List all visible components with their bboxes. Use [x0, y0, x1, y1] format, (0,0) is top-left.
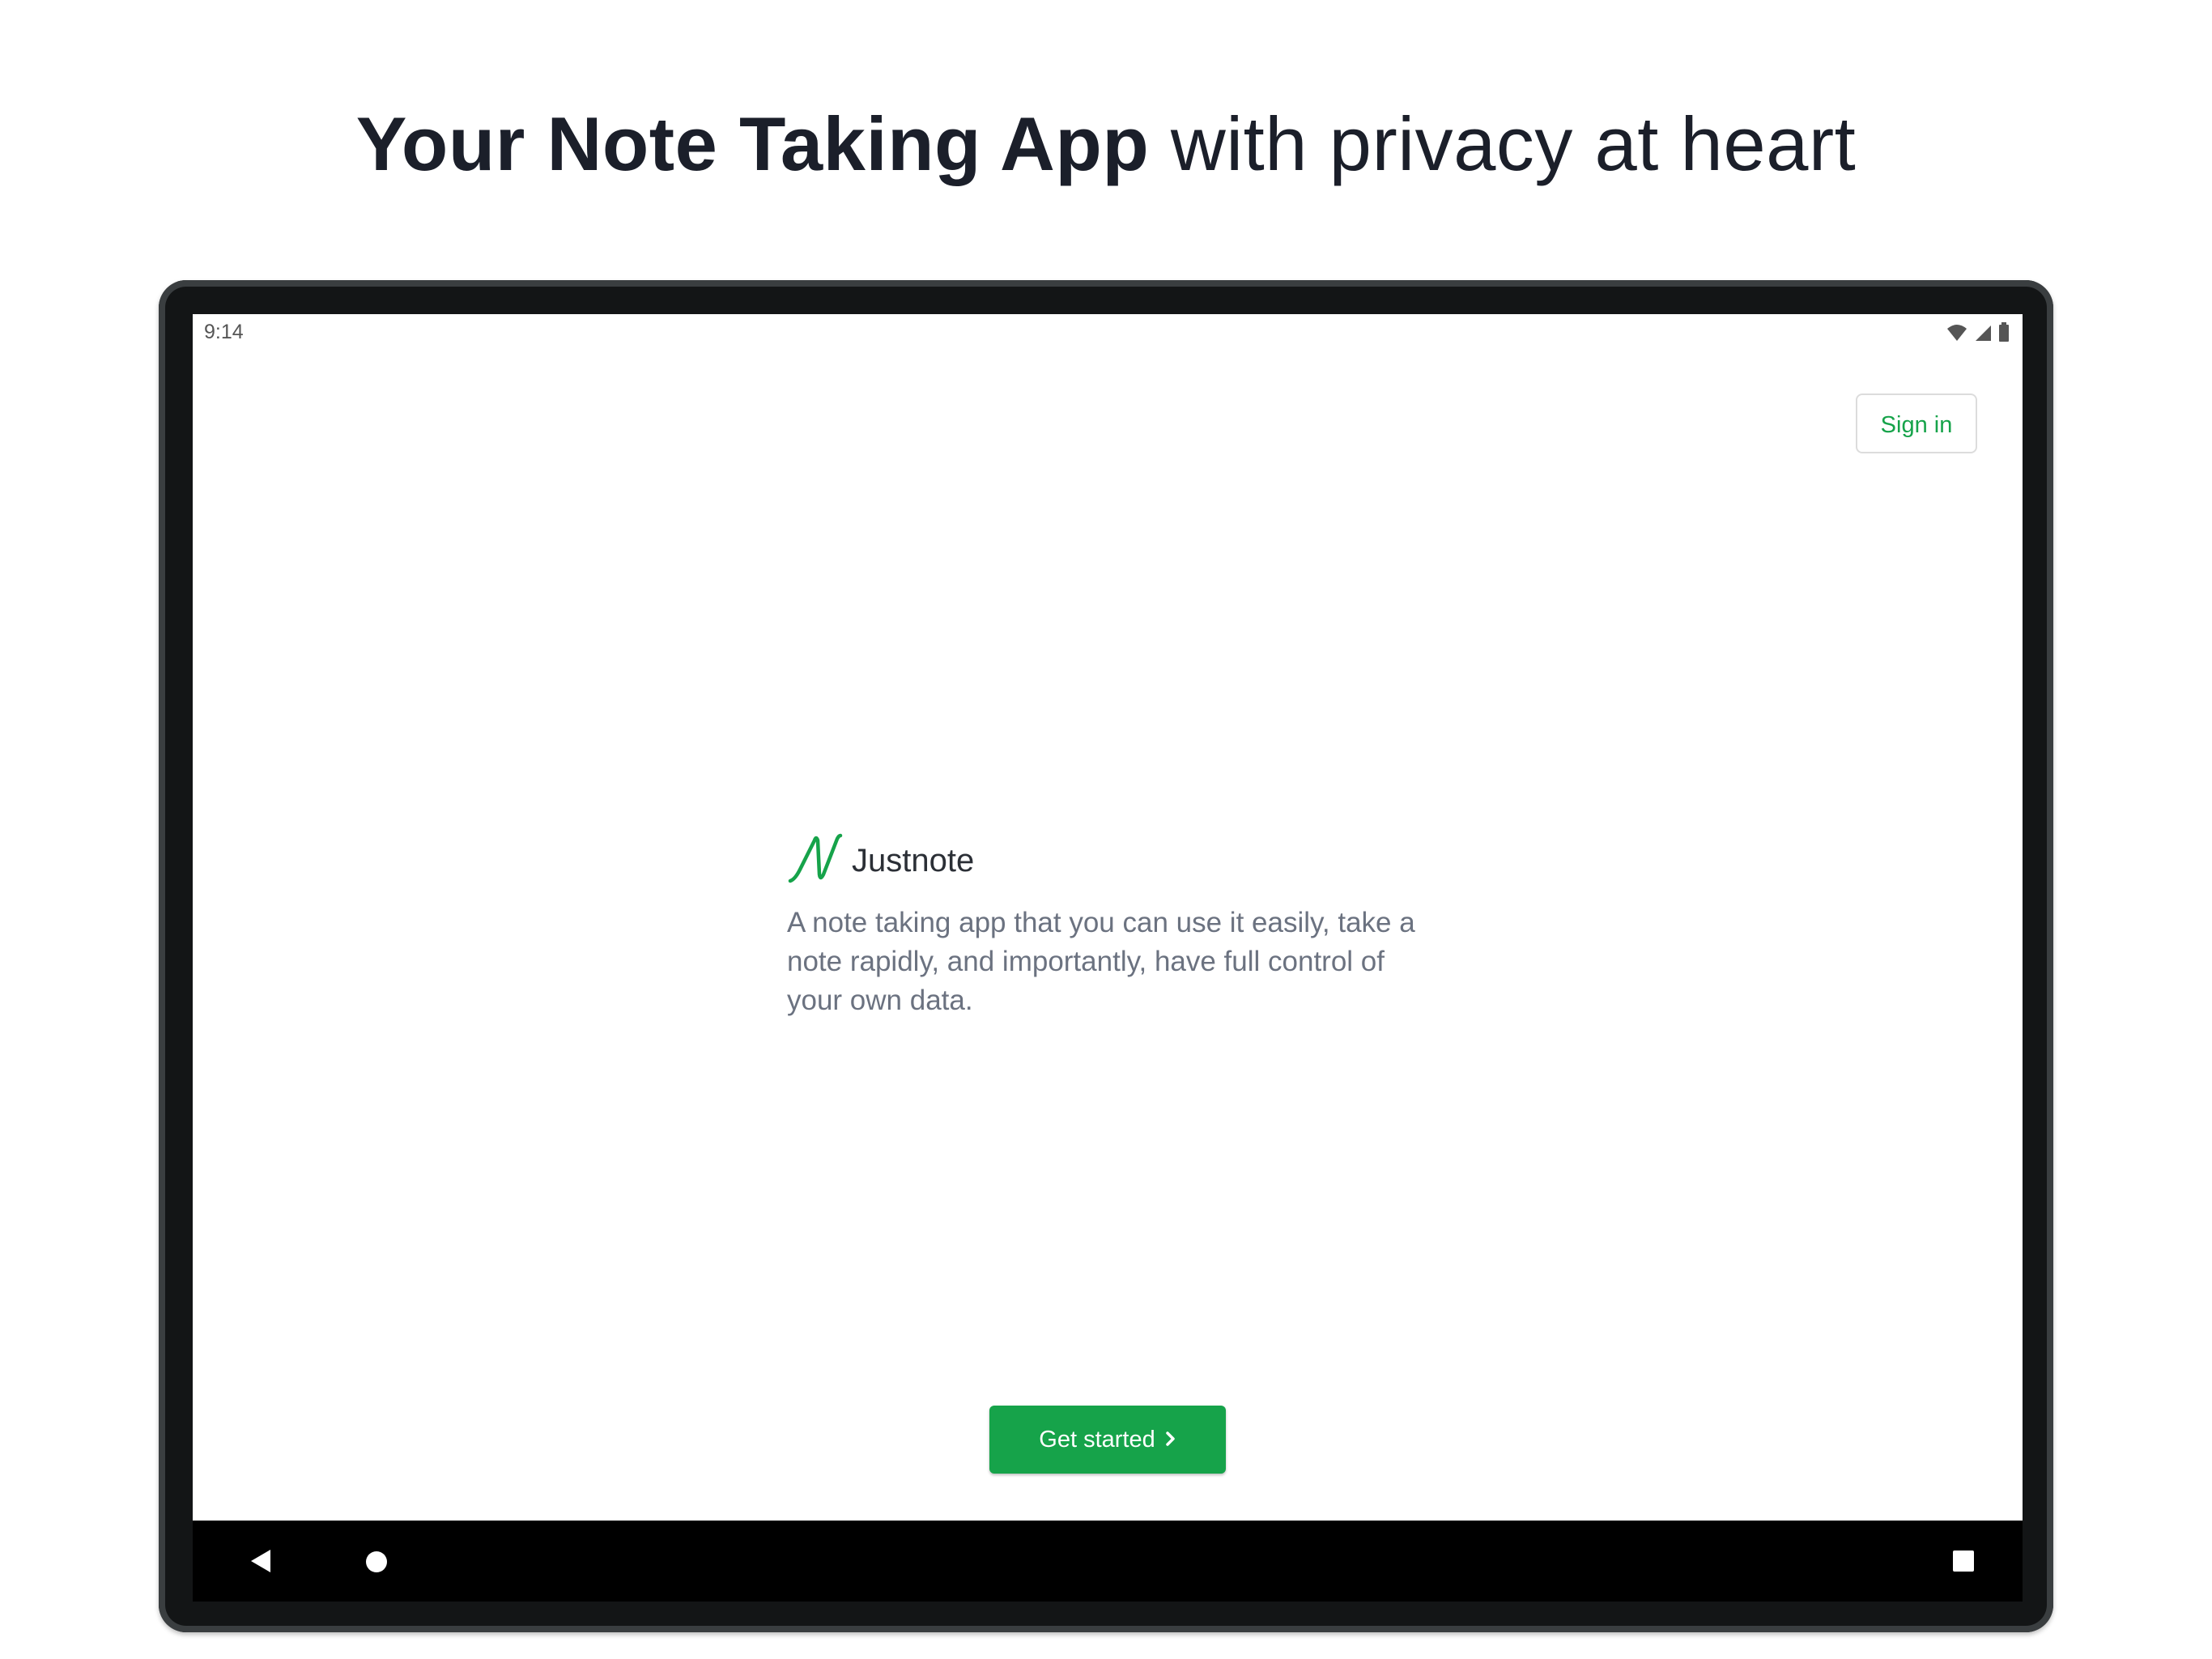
headline: Your Note Taking App with privacy at hea… — [0, 96, 2212, 193]
tablet-frame: 9:14 Sign in Justnote A note taking app … — [159, 280, 2053, 1632]
get-started-label: Get started — [1039, 1426, 1155, 1453]
headline-bold: Your Note Taking App — [355, 101, 1150, 186]
brand-name: Justnote — [852, 842, 975, 878]
recents-icon[interactable] — [1953, 1551, 1974, 1572]
back-icon[interactable] — [249, 1549, 272, 1577]
headline-regular: with privacy at heart — [1170, 101, 1857, 186]
chevron-right-icon — [1165, 1427, 1176, 1453]
signal-icon — [1974, 324, 1992, 346]
status-icons — [1946, 322, 2010, 346]
app-description: A note taking app that you can use it ea… — [787, 907, 1415, 1016]
marketing-page: Your Note Taking App with privacy at hea… — [0, 0, 2212, 1659]
app-screen: 9:14 Sign in Justnote A note taking app … — [193, 314, 2023, 1602]
justnote-logo-icon — [787, 832, 844, 890]
hero-section: Justnote A note taking app that you can … — [787, 832, 1435, 1020]
brand: Justnote — [787, 832, 1435, 889]
status-time: 9:14 — [204, 321, 244, 343]
system-nav-bar — [193, 1521, 2023, 1602]
battery-icon — [1998, 322, 2010, 346]
get-started-button[interactable]: Get started — [989, 1406, 1226, 1474]
wifi-icon — [1946, 324, 1967, 346]
sign-in-button[interactable]: Sign in — [1856, 393, 1977, 453]
status-bar: 9:14 — [193, 314, 2023, 351]
home-icon[interactable] — [366, 1551, 387, 1572]
